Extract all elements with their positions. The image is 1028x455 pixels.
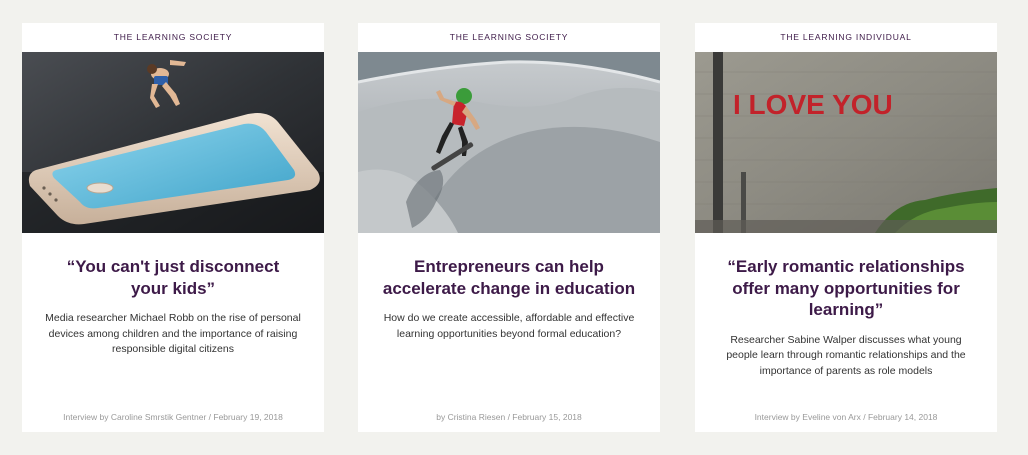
skateboarder-bowl-image	[358, 52, 660, 233]
article-byline: by Cristina Riesen / February 15, 2018	[436, 412, 582, 422]
article-image[interactable]	[22, 52, 324, 233]
article-image[interactable]: I LOVE YOU	[695, 52, 997, 233]
category-label[interactable]: The Learning Society	[22, 23, 324, 52]
graffiti-text: I LOVE YOU	[733, 89, 893, 120]
article-title[interactable]: “Early romantic relationships offer many…	[719, 256, 973, 321]
article-card[interactable]: The Learning Society	[22, 23, 324, 432]
article-card[interactable]: The Learning Society	[358, 23, 660, 432]
category-label[interactable]: The Learning Individual	[695, 23, 997, 52]
article-byline: Interview by Caroline Smrstik Gentner / …	[63, 412, 283, 422]
category-label[interactable]: The Learning Society	[358, 23, 660, 52]
article-card[interactable]: The Learning Individual	[695, 23, 997, 432]
article-image[interactable]	[358, 52, 660, 233]
article-excerpt: How do we create accessible, affordable …	[383, 312, 635, 340]
article-byline: Interview by Eveline von Arx / February …	[754, 412, 938, 422]
article-card-grid: The Learning Society	[0, 0, 1028, 455]
smartphone-diver-image	[22, 52, 324, 233]
article-title[interactable]: Entrepreneurs can help accelerate change…	[382, 256, 636, 299]
article-title[interactable]: “You can't just disconnect your kids”	[46, 256, 300, 299]
article-excerpt: Media researcher Michael Robb on the ris…	[45, 312, 301, 355]
article-excerpt: Researcher Sabine Walper discusses what …	[726, 333, 966, 377]
i-love-you-graffiti-image: I LOVE YOU	[695, 52, 997, 233]
